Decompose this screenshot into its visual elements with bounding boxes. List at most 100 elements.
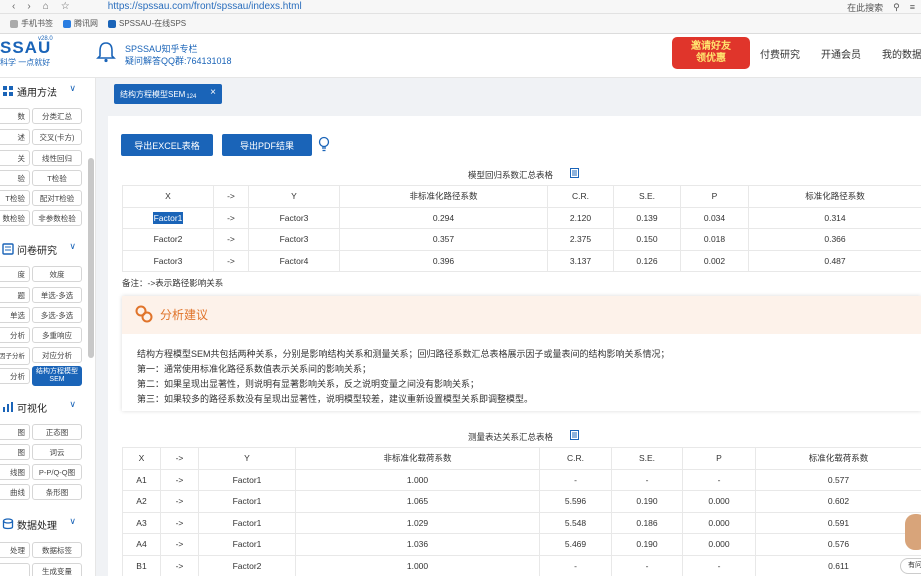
table-cell: 0.591 (755, 511, 921, 534)
method-chip[interactable]: P-P/Q-Q图 (32, 464, 82, 480)
method-chip[interactable]: 线图 (0, 464, 30, 480)
invite-line1: 邀请好友 (691, 41, 731, 52)
method-chip[interactable]: 分析 (0, 327, 30, 343)
table-cell: 0.000 (682, 511, 756, 534)
method-chip[interactable]: 数 (0, 108, 30, 124)
table-cell: B1 (122, 554, 161, 576)
table-cell: 3.137 (547, 249, 614, 272)
table-cell: Factor2 (198, 554, 296, 576)
star-icon[interactable]: ☆ (61, 1, 70, 12)
method-chip[interactable]: 关 (0, 150, 30, 166)
method-chip[interactable]: 单选-多选 (32, 287, 82, 303)
advice-line: 第二：如果呈现出显著性，则说明有显著影响关系，反之说明变量之间没有影响关系； (137, 379, 480, 389)
method-chip[interactable]: 多重响应 (32, 327, 82, 343)
method-chip[interactable]: 图 (0, 424, 30, 440)
invite-friends-banner[interactable]: 邀请好友 领优惠 (672, 37, 750, 69)
method-chip[interactable]: 述 (0, 129, 30, 145)
table-cell: 0.314 (748, 206, 921, 229)
help-button[interactable]: 有问 (900, 558, 921, 574)
back-icon[interactable]: ‹ (12, 1, 15, 12)
qq-group-text: 疑问解答QQ群:764131018 (125, 56, 232, 66)
sidebar-scrollbar[interactable] (88, 158, 94, 358)
section-visualization[interactable]: 可视化 ∨ (0, 396, 86, 418)
method-chip[interactable]: 对应分析 (32, 347, 82, 363)
column-header: X (122, 447, 161, 470)
export-pdf-button[interactable]: 导出PDF结果 (222, 134, 312, 156)
method-chip[interactable]: 配对T检验 (32, 190, 82, 206)
method-chip[interactable]: 曲线 (0, 484, 30, 500)
advice-header: 分析建议 (122, 296, 921, 334)
section-questionnaire[interactable]: 问卷研究 ∨ (0, 238, 86, 260)
selected-text[interactable]: Factor1 (152, 211, 184, 224)
nav-membership[interactable]: 开通会员 (821, 46, 861, 61)
tab-sem[interactable]: 结构方程模型SEM 124 × (114, 84, 222, 104)
method-chip[interactable]: 多选-多选 (32, 307, 82, 323)
bell-icon[interactable] (96, 41, 116, 63)
lightbulb-icon[interactable] (318, 136, 330, 152)
method-chip-sem-active[interactable]: 结构方程模型SEM (32, 366, 82, 386)
search-icon[interactable]: ⚲ (893, 2, 900, 13)
section-general-methods[interactable]: 通用方法 ∨ (0, 80, 86, 102)
table-cell: A4 (122, 533, 161, 556)
method-chip[interactable]: 探索因子分析 (0, 347, 30, 365)
method-chip[interactable]: 分类汇总 (32, 108, 82, 124)
home-icon[interactable]: ⌂ (43, 1, 49, 12)
table-cell: Factor3 (248, 206, 340, 229)
menu-icon[interactable]: ≡ (910, 2, 915, 12)
method-chip[interactable]: 数检验 (0, 210, 30, 226)
table-cell: - (682, 554, 756, 576)
close-icon[interactable]: × (210, 87, 216, 98)
method-chip[interactable] (0, 563, 30, 576)
chevron-down-icon: ∨ (69, 83, 76, 93)
table-cell: 0.150 (613, 228, 681, 251)
copy-icon[interactable] (570, 430, 579, 440)
table-cell: 0.018 (680, 228, 749, 251)
method-chip[interactable]: 效度 (32, 266, 82, 282)
table-cell: 1.000 (295, 554, 540, 576)
nav-my-data[interactable]: 我的数据 (882, 46, 921, 61)
table-cell: 0.357 (339, 228, 548, 251)
address-bar[interactable]: https://spssau.com/front/spssau/indexs.h… (108, 1, 302, 12)
method-chip[interactable]: 单选 (0, 307, 30, 323)
method-chip[interactable]: 度 (0, 266, 30, 282)
method-chip[interactable]: 条形图 (32, 484, 82, 500)
method-chip[interactable]: 处理 (0, 542, 30, 558)
method-chip[interactable]: 正态图 (32, 424, 82, 440)
table-cell: Factor3 (122, 249, 214, 272)
export-excel-button[interactable]: 导出EXCEL表格 (121, 134, 213, 156)
method-chip[interactable]: 验 (0, 170, 30, 186)
browser-toolbar: ‹ › ⌂ ☆ https://spssau.com/front/spssau/… (0, 0, 921, 14)
chevron-down-icon: ∨ (69, 399, 76, 409)
method-chip[interactable]: 交叉(卡方) (32, 129, 82, 145)
table-cell: 0.034 (680, 206, 749, 229)
table-cell: 0.002 (680, 249, 749, 272)
method-chip[interactable]: 词云 (32, 444, 82, 460)
method-chip[interactable]: T检验 (32, 170, 82, 186)
section-data-processing[interactable]: 数据处理 ∨ (0, 513, 86, 535)
method-chip[interactable]: 生成变量 (32, 563, 82, 576)
column-header: -> (160, 447, 199, 470)
table-cell: A1 (122, 468, 161, 491)
support-avatar[interactable] (905, 514, 921, 550)
table-cell: -> (213, 228, 249, 251)
method-chip[interactable]: 分析 (0, 368, 30, 384)
method-chip[interactable]: 数据标签 (32, 542, 82, 558)
table-cell: -> (160, 554, 199, 576)
bookmark-mobile[interactable]: 手机书签 (10, 18, 53, 29)
nav-paid-research[interactable]: 付费研究 (760, 46, 800, 61)
table-cell: 0.000 (682, 490, 756, 513)
column-header: X (122, 185, 214, 208)
advice-line: 第三：如果较多的路径系数没有呈现出显著性，说明模型较差，建议重新设置模型关系即调… (137, 394, 534, 404)
bookmark-spssau[interactable]: SPSSAU-在线SPS (108, 18, 186, 29)
bookmark-tencent[interactable]: 腾讯网 (63, 18, 98, 29)
method-chip[interactable]: T检验 (0, 190, 30, 206)
table1-note: 备注：->表示路径影响关系 (122, 278, 224, 288)
browser-search[interactable]: 在此搜索 (847, 1, 883, 14)
method-chip[interactable]: 题 (0, 287, 30, 303)
table-cell: 1.000 (295, 468, 540, 491)
copy-icon[interactable] (570, 168, 579, 178)
forward-icon[interactable]: › (27, 1, 30, 12)
method-chip[interactable]: 非参数检验 (32, 210, 82, 226)
method-chip[interactable]: 线性回归 (32, 150, 82, 166)
method-chip[interactable]: 图 (0, 444, 30, 460)
